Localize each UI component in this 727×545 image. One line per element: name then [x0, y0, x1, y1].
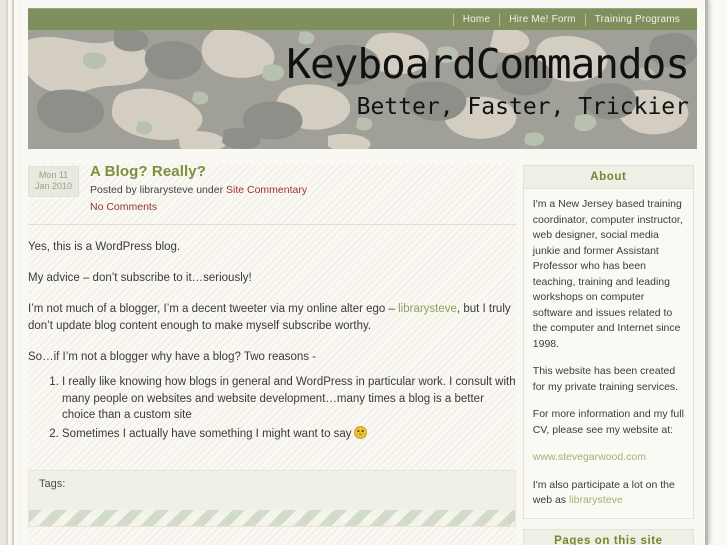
post-heading-group: A Blog? Really? Posted by librarysteve u…	[79, 163, 516, 214]
about-paragraph-3: For more information and my full CV, ple…	[532, 408, 684, 436]
post-header: Mon 11 Jan 2010 A Blog? Really? Posted b…	[28, 163, 516, 214]
widget-about-heading: About	[522, 165, 694, 189]
librarysteve-link[interactable]: librarysteve	[398, 303, 457, 315]
widget-pages-heading: Pages on this site	[522, 528, 694, 545]
smiley-face-icon	[353, 425, 367, 439]
post-byline-prefix: Posted by librarysteve under	[90, 184, 226, 196]
tags-chevron-pattern-icon	[29, 510, 515, 526]
post-paragraph-2: My advice – don’t subscribe to it…seriou…	[28, 272, 252, 284]
widget-pages: Pages on this site »Hire Me! Form »Train…	[522, 528, 694, 545]
widget-about-body: I'm a New Jersey based training coordina…	[522, 189, 694, 519]
post-date-day: Mon 11	[38, 170, 69, 180]
post-body: Yes, this is a WordPress blog. My advice…	[28, 239, 516, 442]
post-paragraph-1: Yes, this is a WordPress blog.	[28, 241, 181, 253]
tags-box: Tags:	[28, 470, 516, 527]
post-paragraph-3-text-a: I’m not much of a blogger, I’m a decent …	[28, 303, 399, 315]
site-container: Home Hire Me! Form Training Programs Key…	[20, 0, 708, 545]
about-website-line: www.stevegarwood.com	[533, 450, 684, 466]
nav-item-home[interactable]: Home	[452, 13, 499, 26]
about-website-link[interactable]: www.stevegarwood.com	[533, 451, 646, 463]
site-inner: Home Hire Me! Form Training Programs Key…	[20, 0, 702, 545]
widget-about: About I'm a New Jersey based training co…	[522, 165, 694, 519]
about-paragraph-1: I'm a New Jersey based training coordina…	[532, 198, 683, 350]
content-columns: Mon 11 Jan 2010 A Blog? Really? Posted b…	[28, 149, 694, 545]
list-item: Sometimes I actually have something I mi…	[62, 425, 516, 443]
nav-item-hire-me-form[interactable]: Hire Me! Form	[499, 13, 585, 26]
post-comments-line: No Comments	[90, 200, 516, 214]
site-header: Home Hire Me! Form Training Programs Key…	[28, 8, 697, 149]
post-paragraph-3: I’m not much of a blogger, I’m a decent …	[28, 301, 516, 335]
site-tagline: Better, Faster, Trickier	[356, 94, 689, 120]
about-paragraph-2: This website has been created for my pri…	[532, 365, 679, 393]
post-paragraph-4: So…if I’m not a blogger why have a blog?…	[28, 351, 317, 363]
post-byline: Posted by librarysteve under Site Commen…	[90, 183, 516, 197]
banner-titles: KeyboardCommandos Better, Faster, Tricki…	[286, 38, 690, 122]
site-title: KeyboardCommandos	[286, 40, 690, 88]
post-reasons-list: I really like knowing how blogs in gener…	[28, 374, 516, 442]
post-title[interactable]: A Blog? Really?	[90, 163, 516, 180]
about-paragraph-4: I'm also participate a lot on the web as…	[533, 478, 684, 509]
list-item: I really like knowing how blogs in gener…	[62, 374, 516, 424]
nav-item-training-programs[interactable]: Training Programs	[584, 13, 689, 26]
post-divider	[28, 224, 516, 225]
post-date-badge: Mon 11 Jan 2010	[28, 166, 79, 197]
tags-label: Tags:	[39, 478, 66, 490]
site-banner: KeyboardCommandos Better, Faster, Tricki…	[28, 30, 697, 149]
main-content: Mon 11 Jan 2010 A Blog? Really? Posted b…	[28, 163, 516, 545]
about-librarysteve-link[interactable]: librarysteve	[569, 494, 623, 506]
post-comments-link[interactable]: No Comments	[90, 201, 157, 213]
post-date-month: Jan 2010	[34, 181, 73, 191]
primary-navigation: Home Hire Me! Form Training Programs	[28, 8, 697, 30]
list-item-text: Sometimes I actually have something I mi…	[62, 427, 352, 440]
browser-page: Home Hire Me! Form Training Programs Key…	[0, 0, 727, 545]
post-category-link[interactable]: Site Commentary	[226, 184, 307, 196]
sidebar: About I'm a New Jersey based training co…	[522, 163, 694, 545]
